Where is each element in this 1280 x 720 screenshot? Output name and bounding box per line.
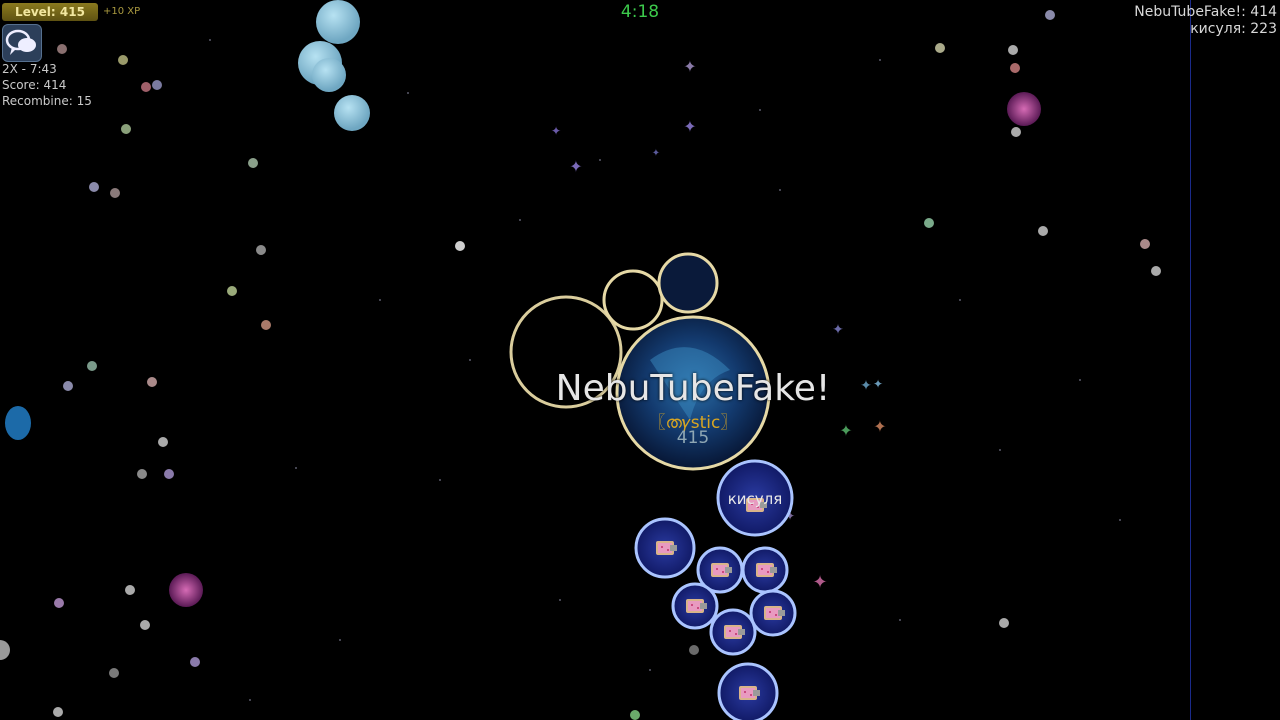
chat-button[interactable] [2,24,42,62]
level-badge: Level: 415 [2,3,98,21]
player-name-label: NebuTubeFake! [555,368,831,409]
enemy-name-label: кисуля [727,490,783,508]
svg-text:✦: ✦ [551,124,561,138]
svg-text:✦: ✦ [569,157,582,176]
svg-text:✦: ✦ [652,148,660,159]
game-arena[interactable]: ✦ ✦ ✦ ✦ ✦ ✦ ✦ ✦ ✦ ✦ ✦ ✦ [0,0,1280,720]
leaderboard-row: кисуля: 223 [1190,21,1277,37]
svg-text:✦: ✦ [839,421,852,440]
map-border-line [1190,0,1191,720]
player-mass-label: 415 [676,428,710,448]
score-text: Score: 414 [2,78,67,92]
leaderboard-row: NebuTubeFake!: 414 [1134,4,1277,20]
svg-text:✦: ✦ [873,417,886,436]
match-timer: 4:18 [620,2,660,22]
svg-text:✦: ✦ [832,322,844,338]
leaderboard: NebuTubeFake!: 414 кисуля: 223 [1134,4,1277,38]
chat-bubbles-icon [5,29,36,55]
svg-text:✦: ✦ [812,572,827,593]
svg-text:✦: ✦ [683,117,696,136]
xp-gain-text: +10 XP [103,6,141,17]
recombine-text: Recombine: 15 [2,94,92,108]
mode-timer: 2X - 7:43 [2,62,57,76]
svg-text:✦: ✦ [683,57,696,76]
